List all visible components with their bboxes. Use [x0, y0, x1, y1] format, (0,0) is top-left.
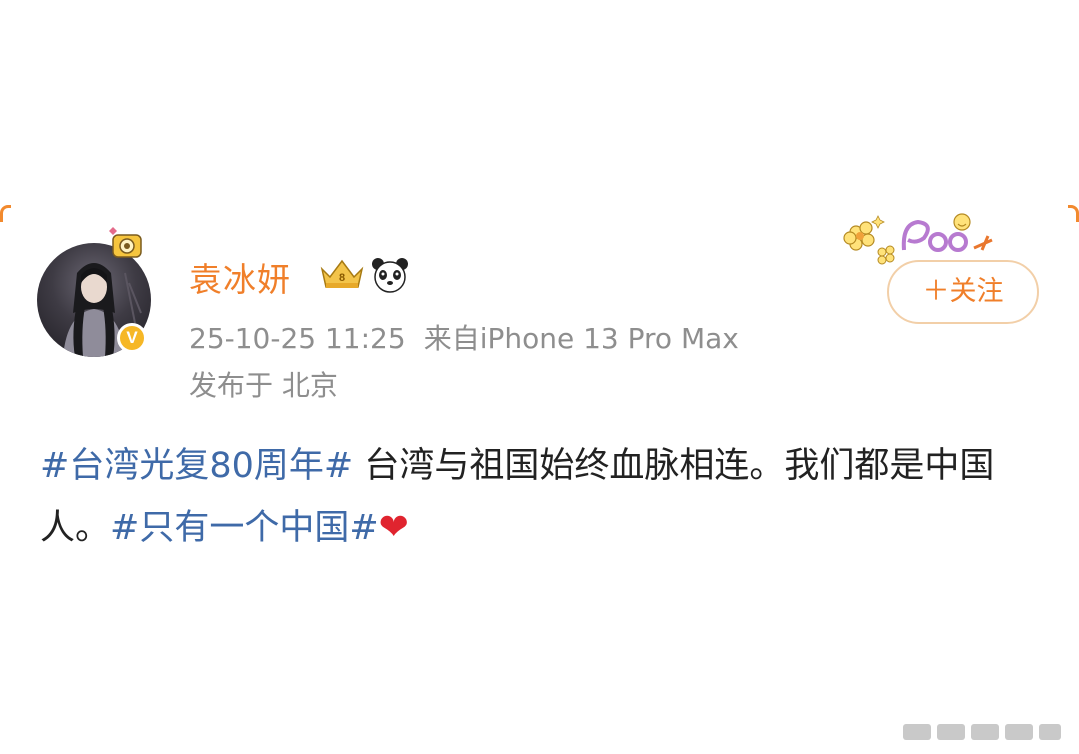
- camera-pendant-icon: [103, 225, 145, 267]
- post-content: #台湾光复80周年# 台湾与祖国始终血脉相连。我们都是中国人。#只有一个中国#❤: [40, 435, 1040, 559]
- svg-text:8: 8: [339, 272, 345, 284]
- post-meta: 25-10-25 11:25 来自iPhone 13 Pro Max: [189, 317, 739, 357]
- post-location: 发布于 北京: [189, 369, 338, 402]
- card-corner-left: [0, 205, 11, 222]
- follow-button[interactable]: ＋关注: [887, 260, 1039, 324]
- watermark-logo: [903, 718, 1063, 748]
- post-timestamp: 25-10-25 11:25: [189, 322, 406, 355]
- username[interactable]: 袁冰妍: [189, 253, 291, 301]
- vip-crown-icon: 8: [318, 257, 366, 295]
- post-source: 来自iPhone 13 Pro Max: [423, 322, 739, 355]
- verified-v-icon: V: [117, 323, 147, 353]
- hashtag-link[interactable]: #台湾光复80周年#: [40, 446, 353, 486]
- heart-emoji-icon: ❤: [378, 507, 409, 548]
- hashtag-link[interactable]: #只有一个中国#: [110, 508, 379, 548]
- card-corner-right: [1068, 205, 1079, 222]
- panda-icon: [370, 256, 410, 298]
